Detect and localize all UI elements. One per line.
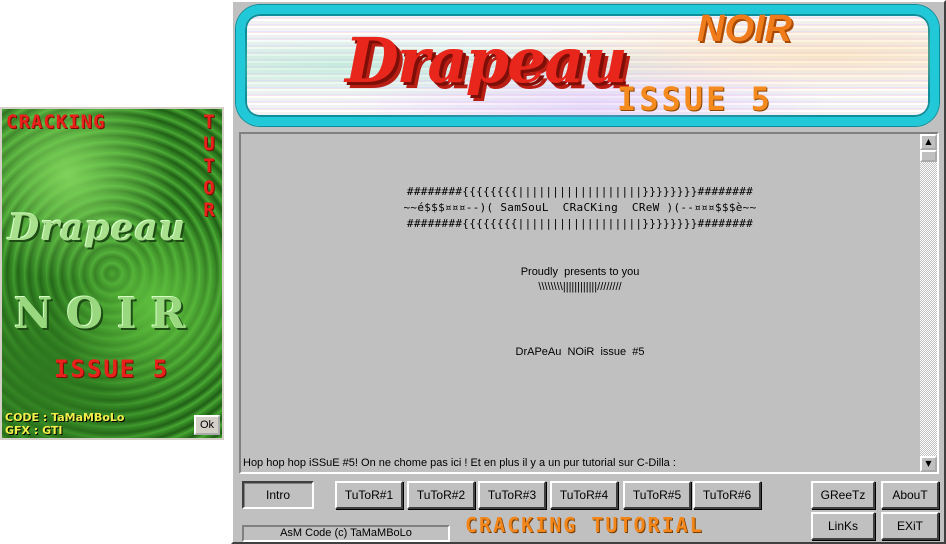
ascii-line-1: ########{{{{{{{{||||||||||||||||||}}}}}}…: [406, 185, 754, 198]
splash-credit-gfx: GFX : GTI: [5, 424, 63, 437]
splash-panel: CRACKING TUTOR Drapeau NOIR ISSUE 5 CODE…: [0, 107, 224, 440]
arrow-down-icon: ▼: [925, 459, 932, 468]
arrow-up-icon: ▲: [925, 137, 932, 146]
tutor-3-button[interactable]: TuToR#3: [478, 481, 546, 509]
splash-logo-noir: NOIR: [14, 289, 200, 338]
vertical-scrollbar[interactable]: ▲ ▼: [920, 134, 937, 472]
intro-paragraph-line: Hop hop hop iSSuE #5! On ne chome pas ic…: [243, 457, 676, 469]
scroll-down-button[interactable]: ▼: [920, 456, 937, 472]
ascii-slashes-line: \\\\\\\\||||||||||||////////: [538, 281, 622, 293]
scroll-thumb[interactable]: [920, 150, 937, 162]
tutor-6-button[interactable]: TuToR#6: [693, 481, 761, 509]
about-button[interactable]: AbouT: [881, 481, 939, 509]
tutor-1-button[interactable]: TuToR#1: [335, 481, 403, 509]
tutor-2-button[interactable]: TuToR#2: [407, 481, 475, 509]
splash-issue-label: ISSUE 5: [54, 355, 170, 383]
banner-issue-label: ISSUE 5: [617, 80, 773, 118]
banner-logo-drapeau: Drapeau: [345, 24, 628, 97]
presents-line: Proudly presents to you: [520, 266, 640, 278]
tutor-4-button[interactable]: TuToR#4: [550, 481, 618, 509]
main-window: Drapeau NOIR ISSUE 5 ########{{{{{{{{|||…: [231, 0, 946, 544]
text-content: ########{{{{{{{{||||||||||||||||||}}}}}}…: [241, 134, 919, 472]
exit-button[interactable]: EXiT: [881, 512, 939, 540]
links-button[interactable]: LinKs: [811, 512, 875, 540]
intro-button[interactable]: Intro: [242, 481, 314, 509]
header-banner: Drapeau NOIR ISSUE 5: [236, 5, 939, 126]
splash-title-cracking: CRACKING: [6, 111, 106, 133]
ok-button[interactable]: Ok: [194, 415, 220, 435]
ascii-line-2: ~~é$$$¤¤¤--)( SamSouL CRaCKing CReW )(--…: [403, 201, 757, 214]
status-bar: AsM Code (c) TaMaMBoLo: [242, 525, 450, 542]
scroll-up-button[interactable]: ▲: [920, 134, 937, 150]
cracking-tutorial-logo: CRACKING TUTORIAL: [465, 513, 704, 537]
splash-credit-code: CODE : TaMaMBoLo: [5, 411, 125, 424]
greetz-button[interactable]: GReeTz: [811, 481, 875, 509]
splash-title-tutor: TUTOR: [203, 111, 215, 221]
issue-title-line: DrAPeAu NOiR issue #5: [515, 346, 645, 358]
content-text-area[interactable]: ########{{{{{{{{||||||||||||||||||}}}}}}…: [239, 132, 939, 474]
ascii-line-3: ########{{{{{{{{||||||||||||||||||}}}}}}…: [406, 217, 754, 230]
banner-logo-noir: NOIR: [697, 8, 792, 50]
tutor-5-button[interactable]: TuToR#5: [623, 481, 691, 509]
splash-logo-drapeau: Drapeau: [8, 207, 187, 249]
